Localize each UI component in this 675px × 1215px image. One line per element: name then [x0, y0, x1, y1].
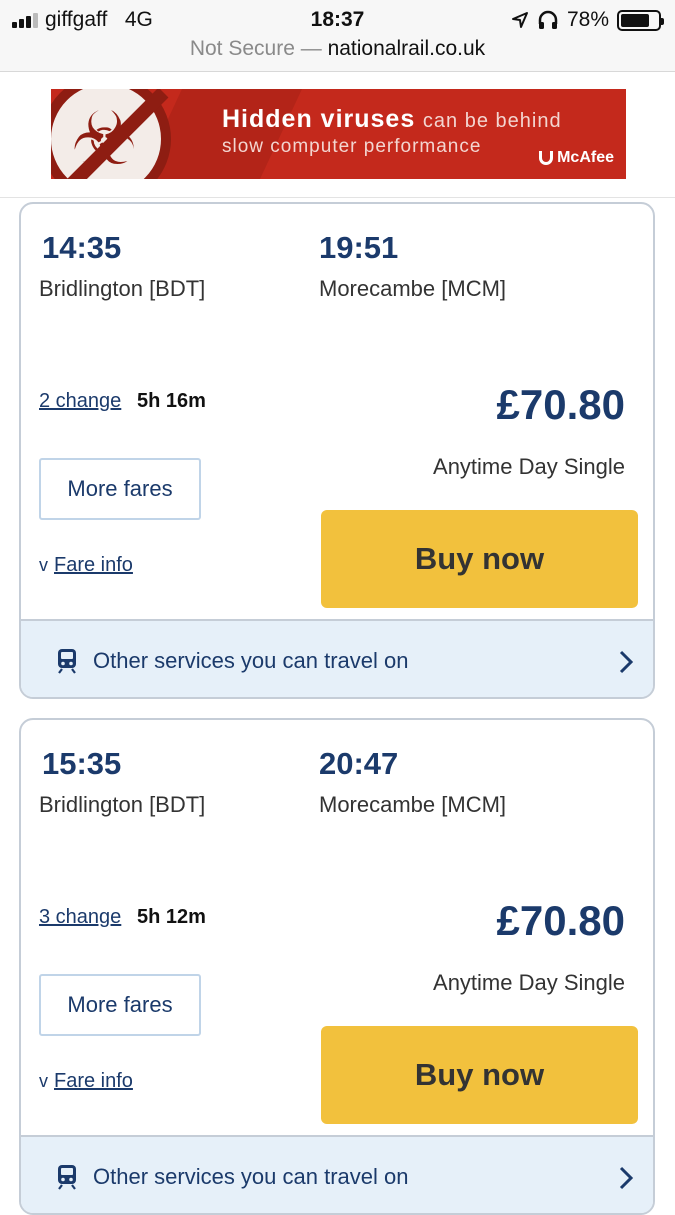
fare-info-label: Fare info: [54, 554, 133, 576]
buy-now-button[interactable]: Buy now: [321, 1026, 638, 1124]
departure-time: 14:35: [42, 230, 122, 265]
ad-brand: McAfee: [539, 149, 614, 167]
fare-info-toggle[interactable]: v Fare info: [39, 554, 133, 577]
status-right: 78%: [511, 8, 664, 32]
ad-container: ☣ Hidden viruses can be behind slow comp…: [0, 72, 675, 198]
arrival-station: Morecambe [MCM]: [319, 276, 507, 301]
ad-headline-bold: Hidden viruses: [222, 105, 416, 133]
train-icon: [58, 649, 76, 674]
fare-price: £70.80: [496, 897, 625, 944]
battery-fill: [621, 13, 650, 27]
fare-info-toggle[interactable]: v Fare info: [39, 1070, 133, 1093]
other-services-label: Other services you can travel on: [93, 648, 409, 673]
headphones-icon: [538, 10, 558, 29]
changes-link[interactable]: 3 change: [39, 906, 121, 929]
departure-station: Bridlington [BDT]: [39, 276, 206, 301]
arrival-station: Morecambe [MCM]: [319, 792, 507, 817]
url-host: nationalrail.co.uk: [327, 37, 486, 60]
fare-type: Anytime Day Single: [433, 454, 625, 479]
other-services-link[interactable]: Other services you can travel on: [21, 1135, 653, 1213]
changes-link[interactable]: 2 change: [39, 390, 121, 413]
chevron-right-icon: [619, 1166, 634, 1190]
arrival-time: 19:51: [319, 230, 399, 265]
journey-card: 14:35 Bridlington [BDT] 19:51 Morecambe …: [19, 202, 655, 699]
other-services-link[interactable]: Other services you can travel on: [21, 619, 653, 697]
departure-time: 15:35: [42, 746, 122, 781]
chevron-down-icon: v: [39, 1071, 48, 1091]
battery-icon: [617, 9, 664, 31]
ad-subline: slow computer performance: [222, 136, 482, 157]
buy-now-button[interactable]: Buy now: [321, 510, 638, 608]
fare-info-label: Fare info: [54, 1070, 133, 1092]
fare-price: £70.80: [496, 381, 625, 428]
browser-chrome: giffgaff 4G 18:37 78% Not Secure — natio…: [0, 0, 675, 72]
biohazard-icon: ☣: [51, 89, 171, 179]
ad-banner[interactable]: ☣ Hidden viruses can be behind slow comp…: [51, 89, 626, 179]
mcafee-shield-icon: [539, 151, 554, 165]
more-fares-button[interactable]: More fares: [39, 458, 201, 520]
ad-brand-name: McAfee: [557, 149, 614, 166]
more-fares-button[interactable]: More fares: [39, 974, 201, 1036]
journey-duration: 5h 12m: [137, 906, 206, 928]
battery-percent: 78%: [566, 8, 609, 31]
fare-type: Anytime Day Single: [433, 970, 625, 995]
chevron-right-icon: [619, 650, 634, 674]
ad-headline-rest: can be behind: [422, 110, 562, 132]
url-separator: —: [294, 37, 328, 60]
arrival-time: 20:47: [319, 746, 399, 781]
security-indicator: Not Secure: [189, 37, 295, 60]
journey-card: 15:35 Bridlington [BDT] 20:47 Morecambe …: [19, 718, 655, 1215]
journey-duration: 5h 16m: [137, 390, 206, 412]
train-icon: [58, 1165, 76, 1190]
chevron-down-icon: v: [39, 555, 48, 575]
other-services-label: Other services you can travel on: [93, 1164, 409, 1189]
url-bar[interactable]: Not Secure — nationalrail.co.uk: [0, 37, 675, 61]
ad-headline: Hidden viruses can be behind: [222, 105, 562, 134]
status-bar: giffgaff 4G 18:37 78%: [0, 6, 675, 34]
departure-station: Bridlington [BDT]: [39, 792, 206, 817]
location-arrow-icon: [511, 12, 528, 28]
